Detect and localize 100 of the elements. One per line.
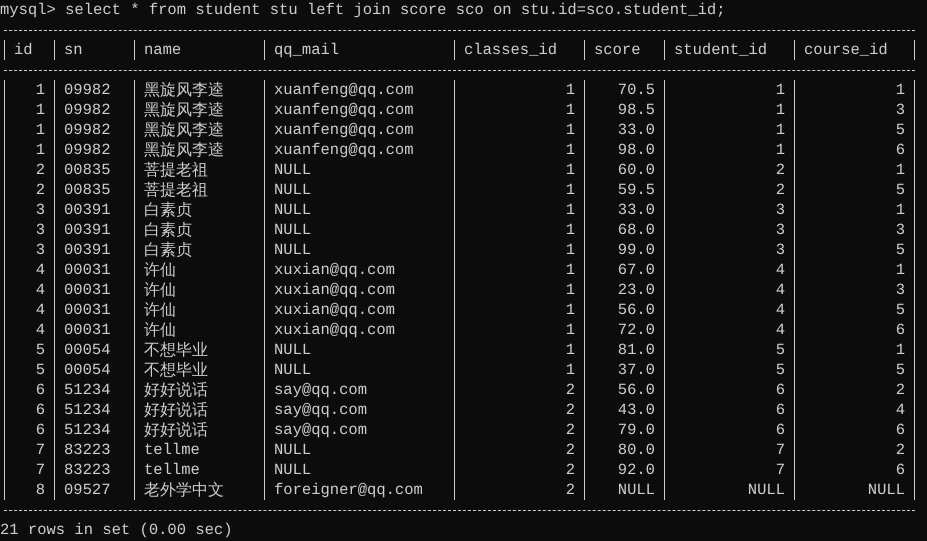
table-cell: NULL [265,220,455,240]
table-cell: 1 [455,120,585,140]
table-cell: 4 [5,320,55,340]
table-cell: 1 [455,280,585,300]
table-cell: 1 [455,300,585,320]
table-cell: 6 [5,400,55,420]
table-cell: 6 [665,380,795,400]
table-cell: NULL [265,200,455,220]
table-cell: 1 [455,360,585,380]
column-header: qq_mail [265,40,455,60]
table-cell: 2 [455,480,585,500]
table-cell: NULL [265,340,455,360]
table-cell: 不想毕业 [135,340,265,360]
table-cell: say@qq.com [265,420,455,440]
table-cell: 2 [455,400,585,420]
table-cell: 09982 [55,140,135,160]
table-cell: 00031 [55,320,135,340]
table-cell: 5 [795,240,915,260]
table-cell: 72.0 [585,320,665,340]
table-cell: 2 [455,380,585,400]
table-cell: 6 [795,420,915,440]
table-cell: 5 [665,360,795,380]
table-cell: 1 [665,100,795,120]
table-cell: xuanfeng@qq.com [265,120,455,140]
table-cell: 59.5 [585,180,665,200]
table-cell: 6 [5,380,55,400]
table-cell: 1 [455,200,585,220]
table-cell: 5 [795,180,915,200]
table-cell: 1 [455,240,585,260]
table-cell: 68.0 [585,220,665,240]
table-cell: 09982 [55,100,135,120]
table-cell: 92.0 [585,460,665,480]
table-cell: NULL [795,480,915,500]
table-cell: 43.0 [585,400,665,420]
table-cell: NULL [265,440,455,460]
table-cell: 2 [5,160,55,180]
table-cell: tellme [135,440,265,460]
column-header: sn [55,40,135,60]
table-cell: 00054 [55,360,135,380]
table-cell: 1 [5,100,55,120]
table-cell: NULL [265,240,455,260]
table-cell: 81.0 [585,340,665,360]
table-cell: 白素贞 [135,240,265,260]
column-header: classes_id [455,40,585,60]
table-cell: 00031 [55,280,135,300]
table-cell: 99.0 [585,240,665,260]
table-cell: 70.5 [585,80,665,100]
table-cell: 1 [455,160,585,180]
table-cell: 白素贞 [135,200,265,220]
table-cell: 00031 [55,300,135,320]
table-cell: 2 [795,380,915,400]
table-cell: 1 [455,320,585,340]
table-cell: 2 [795,440,915,460]
table-cell: 5 [665,340,795,360]
table-cell: 老外学中文 [135,480,265,500]
table-cell: 1 [665,140,795,160]
table-cell: 黑旋风李逵 [135,100,265,120]
table-cell: 00835 [55,180,135,200]
table-cell: 3 [665,200,795,220]
table-cell: 5 [795,360,915,380]
table-cell: 5 [795,300,915,320]
table-cell: 8 [5,480,55,500]
table-cell: 菩提老祖 [135,160,265,180]
table-cell: say@qq.com [265,380,455,400]
table-cell: NULL [265,180,455,200]
table-cell: 4 [665,280,795,300]
table-cell: 7 [5,460,55,480]
table-cell: xuanfeng@qq.com [265,80,455,100]
table-cell: NULL [665,480,795,500]
table-cell: 6 [795,320,915,340]
table-cell: 好好说话 [135,420,265,440]
table-cell: 4 [5,260,55,280]
table-cell: 3 [665,240,795,260]
table-cell: 33.0 [585,200,665,220]
table-cell: 6 [5,420,55,440]
table-cell: 6 [795,460,915,480]
table-cell: 1 [455,340,585,360]
table-cell: 00391 [55,200,135,220]
table-cell: 60.0 [585,160,665,180]
table-cell: 5 [795,120,915,140]
table-cell: 67.0 [585,260,665,280]
table-cell: NULL [265,460,455,480]
table-cell: xuxian@qq.com [265,320,455,340]
table-cell: 6 [795,140,915,160]
table-cell: 1 [795,160,915,180]
table-cell: 黑旋风李逵 [135,120,265,140]
table-cell: 98.0 [585,140,665,160]
table-cell: 3 [795,280,915,300]
column-header: course_id [795,40,915,60]
table-cell: 2 [665,180,795,200]
table-cell: 好好说话 [135,380,265,400]
table-cell: 3 [5,200,55,220]
table-cell: 3 [5,220,55,240]
table-cell: 6 [665,420,795,440]
table-cell: xuxian@qq.com [265,280,455,300]
table-cell: NULL [265,360,455,380]
table-cell: 3 [5,240,55,260]
table-cell: 00054 [55,340,135,360]
table-cell: 7 [5,440,55,460]
table-cell: 许仙 [135,320,265,340]
